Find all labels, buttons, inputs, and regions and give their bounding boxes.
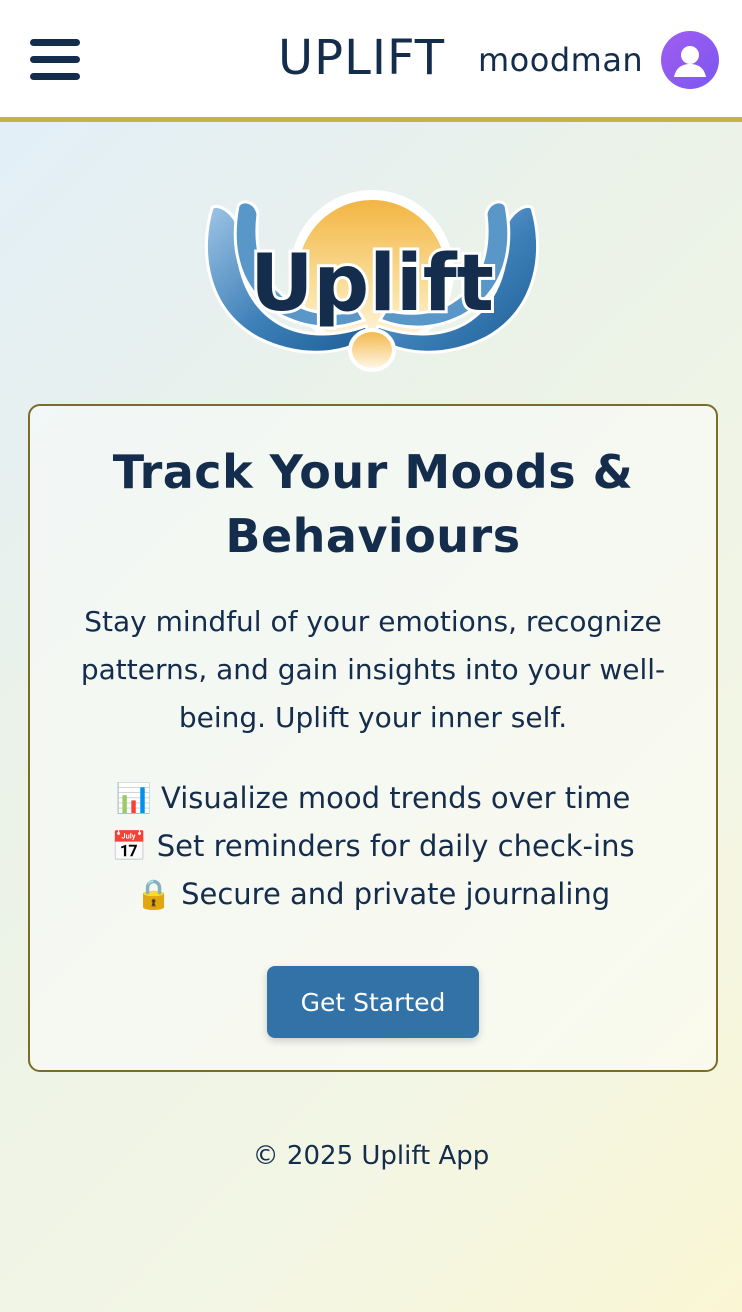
- footer-copyright: © 2025 Uplift App: [252, 1141, 490, 1171]
- username-label: moodman: [478, 41, 644, 79]
- top-bar: UPLIFT moodman: [0, 0, 742, 122]
- app-brand-title[interactable]: UPLIFT: [278, 28, 445, 88]
- uplift-logo: Uplift: [198, 188, 546, 376]
- feature-item: 🔒 Secure and private journaling: [135, 877, 611, 911]
- logo-text: Uplift: [250, 239, 494, 329]
- intro-description: Stay mindful of your emotions, recognize…: [80, 605, 666, 734]
- get-started-button[interactable]: Get Started: [267, 966, 479, 1038]
- feature-list: 📊 Visualize mood trends over time 📅 Set …: [30, 774, 716, 918]
- hamburger-menu-icon[interactable]: [30, 37, 82, 83]
- user-avatar-icon[interactable]: [661, 31, 719, 89]
- feature-item: 📊 Visualize mood trends over time: [115, 781, 631, 815]
- intro-card: Track Your Moods & Behaviours Stay mindf…: [28, 404, 718, 1072]
- feature-item: 📅 Set reminders for daily check-ins: [111, 829, 635, 863]
- page-title: Track Your Moods & Behaviours: [112, 445, 634, 563]
